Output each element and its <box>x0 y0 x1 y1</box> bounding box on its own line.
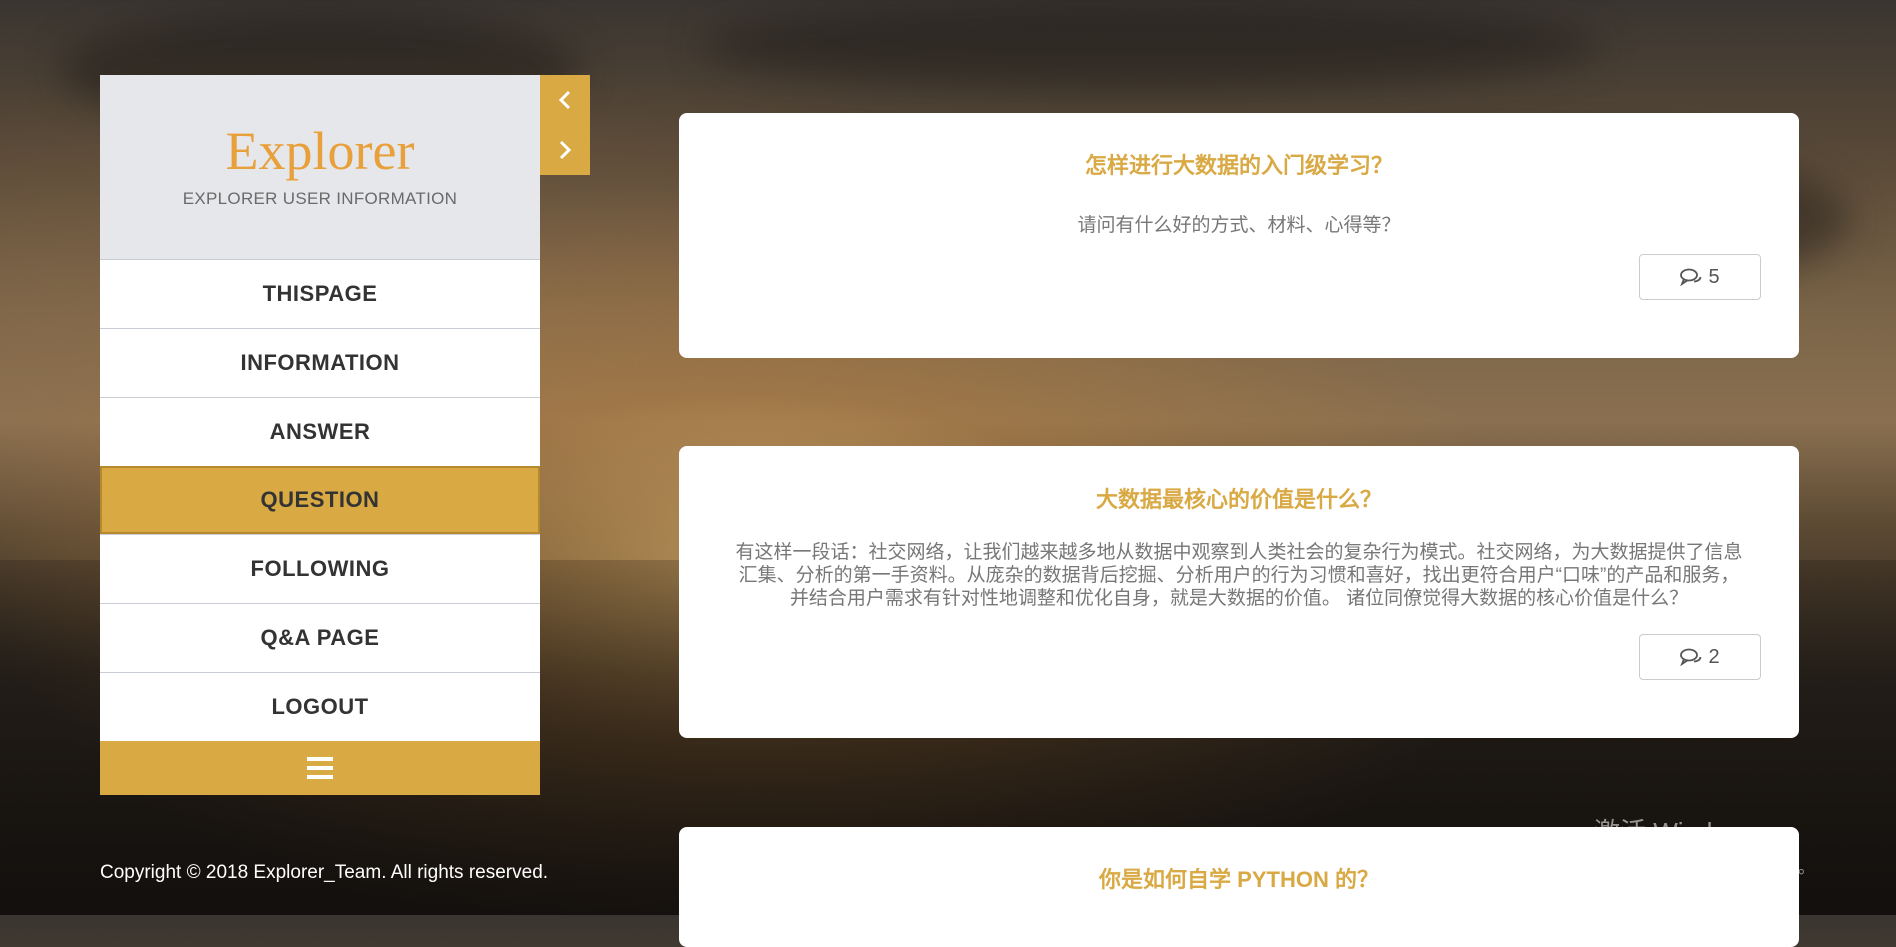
nav-item-question[interactable]: QUESTION <box>100 466 540 534</box>
chevron-left-icon <box>558 90 571 110</box>
comments-icon <box>1680 268 1702 286</box>
menu-toggle-button[interactable] <box>100 741 540 795</box>
sidebar-subtitle: EXPLORER USER INFORMATION <box>182 189 458 208</box>
nav-item-following[interactable]: FOLLOWING <box>100 534 540 603</box>
question-card: 大数据最核心的价值是什么？ 有这样一段话：社交网络，让我们越来越多地从数据中观察… <box>679 446 1799 738</box>
nav-item-answer[interactable]: ANSWER <box>100 397 540 466</box>
question-body-line: 有这样一段话：社交网络，让我们越来越多地从数据中观察到人类社会的复杂行为模式。社… <box>735 542 1743 563</box>
question-title[interactable]: 大数据最核心的价值是什么？ <box>679 482 1799 514</box>
next-button[interactable] <box>540 125 590 175</box>
background-cloud <box>700 0 1600 90</box>
nav-item-information[interactable]: INFORMATION <box>100 328 540 397</box>
question-card: 怎样进行大数据的入门级学习？ 请问有什么好的方式、材料、心得等？ 5 <box>679 113 1799 358</box>
question-body-line: 汇集、分析的第一手资料。从庞杂的数据背后挖掘、分析用户的行为习惯和喜好，找出更符… <box>738 565 1740 586</box>
comment-button[interactable]: 5 <box>1639 254 1761 300</box>
nav-item-qa-page[interactable]: Q&A PAGE <box>100 603 540 672</box>
question-body-line: 并结合用户需求有针对性地调整和优化自身，就是大数据的价值。 诸位同僚觉得大数据的… <box>789 588 1689 609</box>
nav-item-thispage[interactable]: THISPAGE <box>100 259 540 328</box>
comments-icon <box>1680 648 1702 666</box>
question-title[interactable]: 怎样进行大数据的入门级学习？ <box>679 148 1799 180</box>
windows-activation-watermark: 激活 Windows 转到“设置”以激活 Windows。 <box>1594 812 1815 878</box>
comment-count: 2 <box>1708 645 1720 668</box>
sidebar: Explorer EXPLORER USER INFORMATION THISP… <box>100 75 540 795</box>
logo: Explorer <box>225 121 415 181</box>
copyright: Copyright © 2018 Explorer_Team. All righ… <box>100 862 549 883</box>
question-body: 有这样一段话：社交网络，让我们越来越多地从数据中观察到人类社会的复杂行为模式。社… <box>679 541 1799 610</box>
comment-count: 5 <box>1708 265 1720 288</box>
question-body: 请问有什么好的方式、材料、心得等？ <box>1077 215 1401 236</box>
chevron-right-icon <box>559 140 572 160</box>
watermark-title: 激活 Windows <box>1594 817 1759 847</box>
sidebar-header: Explorer EXPLORER USER INFORMATION <box>100 75 540 259</box>
prev-button[interactable] <box>540 75 590 125</box>
nav-item-logout[interactable]: LOGOUT <box>100 672 540 741</box>
hamburger-icon <box>307 757 333 779</box>
comment-button[interactable]: 2 <box>1639 634 1761 680</box>
watermark-subtitle: 转到“设置”以激活 Windows。 <box>1594 858 1816 877</box>
